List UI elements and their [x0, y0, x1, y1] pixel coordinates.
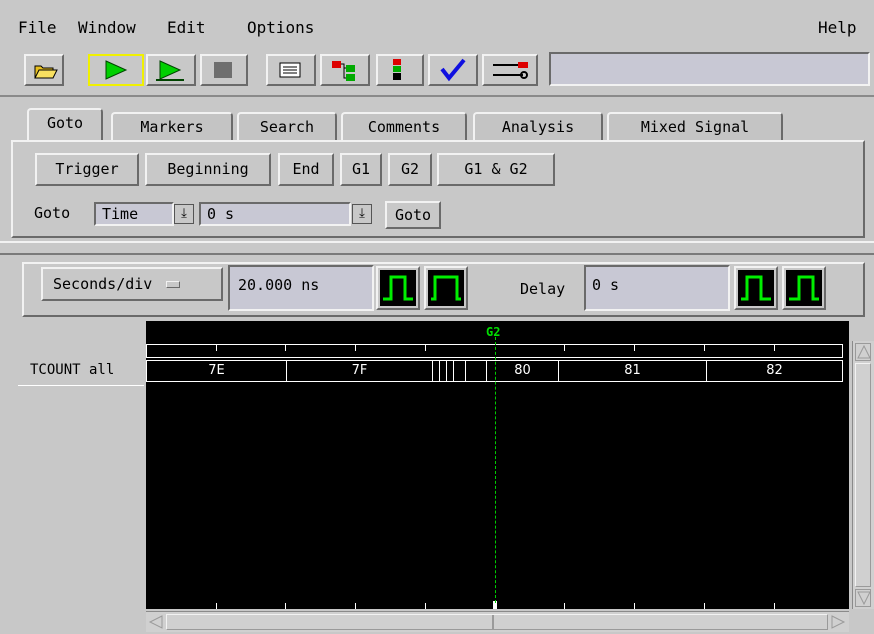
menu-options[interactable]: Options [247, 18, 314, 37]
goto-g1-g2-button[interactable]: G1 & G2 [437, 153, 555, 186]
tools-icon [493, 62, 528, 79]
goto-beginning-button[interactable]: Beginning [145, 153, 271, 186]
waveform-display[interactable]: G2 7E 7F 80 81 82 [146, 321, 849, 609]
ruler-tick [355, 603, 356, 609]
goto-mode-select[interactable]: Time [94, 202, 174, 226]
signal-label[interactable]: TCOUNT all [30, 362, 114, 378]
checkmark-icon [440, 58, 466, 82]
menu-window[interactable]: Window [78, 18, 136, 37]
bus-value-80: 80 [487, 361, 559, 381]
ruler-tick [774, 603, 775, 609]
ruler-tick [704, 603, 705, 609]
repeat-play-icon [156, 60, 184, 81]
ruler-tick [355, 345, 356, 351]
markers-window-button[interactable] [376, 54, 424, 86]
toolbar-divider [0, 95, 874, 97]
pulse-shift-right-icon [786, 270, 822, 306]
ruler-tick [425, 603, 426, 609]
bus-transition [453, 361, 454, 381]
menu-file[interactable]: File [18, 18, 57, 37]
folder-icon [34, 65, 58, 79]
tab-markers[interactable]: Markers [111, 112, 233, 140]
ruler-tick [774, 345, 775, 351]
listing-icon [279, 62, 301, 78]
run-single-button[interactable] [88, 54, 144, 86]
pulse-wide-icon [380, 270, 416, 306]
goto-execute-button[interactable]: Goto [385, 201, 441, 229]
seconds-per-div-input[interactable]: 20.000 ns [228, 265, 374, 311]
tab-comments[interactable]: Comments [341, 112, 467, 140]
ruler-tick [564, 603, 565, 609]
menu-edit[interactable]: Edit [167, 18, 206, 37]
delay-input[interactable]: 0 s [584, 265, 730, 311]
play-icon [105, 60, 128, 80]
delay-right-button[interactable] [782, 266, 826, 310]
signal-baseline [18, 385, 144, 386]
ruler-tick [704, 345, 705, 351]
scroll-left-arrow-icon[interactable] [148, 614, 164, 630]
pulse-narrow-icon [428, 270, 464, 306]
stop-icon [214, 62, 232, 78]
ruler-tick [425, 345, 426, 351]
g2-marker-line[interactable] [495, 337, 496, 603]
tab-search[interactable]: Search [237, 112, 337, 140]
vertical-scroll-thumb[interactable] [855, 363, 871, 587]
delay-left-button[interactable] [734, 266, 778, 310]
seconds-per-div-selector[interactable]: Seconds/div [41, 267, 223, 301]
bus-value-81: 81 [559, 361, 707, 381]
goto-g1-button[interactable]: G1 [340, 153, 382, 186]
goto-g2-button[interactable]: G2 [388, 153, 432, 186]
open-folder-button[interactable] [24, 54, 64, 86]
ruler-tick [216, 603, 217, 609]
ruler-tick [564, 345, 565, 351]
tab-analysis[interactable]: Analysis [473, 112, 603, 140]
status-field [549, 52, 870, 86]
ruler-tick [285, 345, 286, 351]
mode-dropdown-arrow-icon[interactable]: ⤓ [174, 204, 194, 224]
delay-label: Delay [520, 280, 566, 298]
option-menu-indicator-icon [166, 281, 181, 288]
stop-button[interactable] [200, 54, 248, 86]
tab-goto[interactable]: Goto [27, 108, 103, 142]
bus-value-7f: 7F [287, 361, 433, 381]
menu-bar: File Window Edit Options Help [0, 0, 874, 46]
ruler-tick [285, 603, 286, 609]
ruler-tick [634, 345, 635, 351]
bus-value-82: 82 [766, 363, 783, 378]
pulse-shift-left-icon [738, 270, 774, 306]
bus-transition [465, 361, 466, 381]
scale-increase-button[interactable] [424, 266, 468, 310]
bus-value-7e: 7E [147, 361, 287, 381]
scroll-up-arrow-icon[interactable] [855, 343, 871, 361]
run-repetitive-button[interactable] [146, 54, 196, 86]
goto-end-button[interactable]: End [278, 153, 334, 186]
goto-trigger-button[interactable]: Trigger [35, 153, 139, 186]
bus-transition [446, 361, 447, 381]
scale-decrease-button[interactable] [376, 266, 420, 310]
properties-button[interactable] [482, 54, 538, 86]
tab-mixed-signal[interactable]: Mixed Signal [607, 112, 783, 140]
horizontal-scrollbar[interactable] [146, 611, 849, 632]
horizontal-scroll-thumb[interactable] [166, 614, 828, 630]
markers-icon [393, 59, 401, 80]
overview-icon [332, 61, 355, 81]
goto-label: Goto [34, 204, 71, 222]
ruler-tick [634, 603, 635, 609]
listing-button[interactable] [266, 54, 316, 86]
seconds-per-div-label: Seconds/div [53, 275, 153, 293]
g2-marker-label[interactable]: G2 [486, 325, 500, 339]
check-button[interactable] [428, 54, 478, 86]
overview-button[interactable] [320, 54, 370, 86]
vertical-scrollbar[interactable] [852, 341, 874, 609]
goto-position-input[interactable]: 0 s [199, 202, 351, 226]
menu-help[interactable]: Help [818, 18, 857, 37]
position-dropdown-arrow-icon[interactable]: ⤓ [352, 204, 372, 224]
bus-transition [439, 361, 440, 381]
panel-sash[interactable] [0, 241, 874, 255]
scroll-center-mark [492, 615, 494, 629]
ruler-tick [216, 345, 217, 351]
scroll-down-arrow-icon[interactable] [855, 589, 871, 607]
scroll-right-arrow-icon[interactable] [830, 614, 846, 630]
